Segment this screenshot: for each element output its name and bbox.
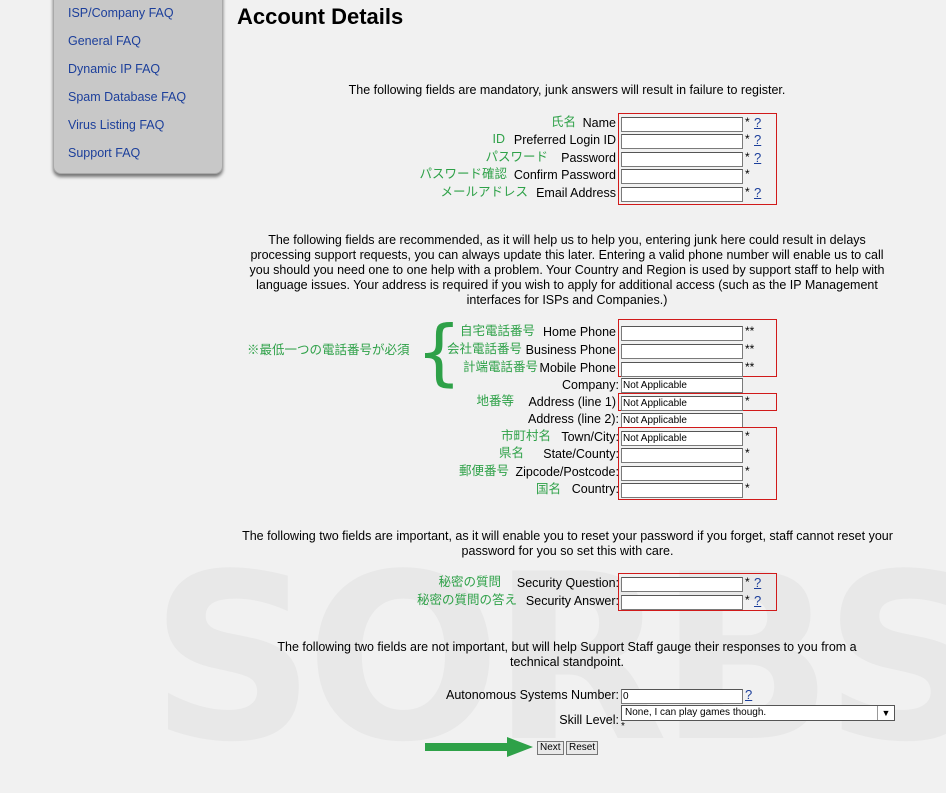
town-required-mark: * [745, 429, 750, 443]
password-label: Password [561, 151, 616, 165]
address-line2-input[interactable] [621, 413, 743, 428]
address-line1-required-mark: * [745, 394, 750, 408]
address-line1-input[interactable] [621, 396, 743, 411]
sidebar-item-dynamic-ip-faq[interactable]: Dynamic IP FAQ [68, 62, 160, 76]
login-id-input[interactable] [621, 134, 743, 149]
email-input[interactable] [621, 187, 743, 202]
business-phone-input[interactable] [621, 344, 743, 359]
address-line2-label: Address (line 2): [527, 412, 619, 426]
business-phone-label: Business Phone [525, 343, 616, 357]
home-phone-input[interactable] [621, 326, 743, 341]
zipcode-label: Zipcode/Postcode: [515, 465, 619, 479]
asn-input[interactable] [621, 689, 743, 704]
security-answer-jp-label: 秘密の質問の答え [416, 593, 517, 607]
business-phone-mark: ** [745, 342, 755, 356]
country-required-mark: * [745, 481, 750, 495]
home-phone-label: Home Phone [543, 325, 616, 339]
password-help-link[interactable]: ? [754, 150, 761, 165]
state-county-input[interactable] [621, 448, 743, 463]
skill-level-select[interactable]: None, I can play games though. ▼ [621, 705, 895, 721]
not-important-intro: The following two fields are not importa… [277, 640, 857, 669]
sidebar-nav: ISP/Company FAQ General FAQ Dynamic IP F… [53, 0, 223, 174]
skill-level-required-mark: * [621, 721, 625, 732]
email-required-mark: * [745, 185, 750, 199]
state-required-mark: * [745, 446, 750, 460]
arrow-right-icon [425, 737, 533, 757]
security-question-required-mark: * [745, 575, 750, 589]
town-label: Town/City: [561, 430, 619, 444]
reset-button[interactable]: Reset [566, 741, 599, 755]
login-help-link[interactable]: ? [754, 132, 761, 147]
confirm-password-input[interactable] [621, 169, 743, 184]
mobile-phone-jp-label: 計端電話番号 [462, 360, 538, 374]
chevron-down-icon[interactable]: ▼ [877, 706, 894, 720]
security-answer-input[interactable] [621, 595, 743, 610]
email-label: Email Address [536, 186, 616, 200]
mobile-phone-label: Mobile Phone [539, 361, 616, 375]
mobile-phone-mark: ** [745, 360, 755, 374]
sidebar-item-virus-listing-faq[interactable]: Virus Listing FAQ [68, 118, 164, 132]
name-jp-label: 氏名 [550, 115, 576, 129]
password-required-mark: * [745, 150, 750, 164]
town-jp-label: 市町村名 [500, 429, 551, 443]
page-title: Account Details [237, 4, 404, 29]
password-jp-label: パスワード [485, 150, 548, 164]
name-help-link[interactable]: ? [754, 115, 761, 130]
skill-level-value: None, I can play games though. [625, 707, 767, 718]
login-label: Preferred Login ID [513, 133, 616, 147]
country-jp-label: 国名 [535, 482, 561, 496]
login-jp-label: ID [492, 132, 506, 146]
state-label: State/County: [543, 447, 619, 461]
mandatory-intro: The following fields are mandatory, junk… [348, 83, 786, 97]
state-jp-label: 県名 [498, 446, 524, 460]
security-answer-required-mark: * [745, 593, 750, 607]
name-input[interactable] [621, 117, 743, 132]
email-help-link[interactable]: ? [754, 185, 761, 200]
confirm-required-mark: * [745, 167, 750, 181]
sidebar-item-support-faq[interactable]: Support FAQ [68, 146, 140, 160]
security-answer-label: Security Answer: [525, 594, 619, 608]
security-answer-help-link[interactable]: ? [754, 593, 761, 608]
mobile-phone-input[interactable] [621, 362, 743, 377]
sidebar-item-spam-database-faq[interactable]: Spam Database FAQ [68, 90, 186, 104]
home-phone-mark: ** [745, 324, 755, 338]
next-button[interactable]: Next [537, 741, 564, 755]
town-city-input[interactable] [621, 431, 743, 446]
zipcode-jp-label: 郵便番号 [458, 464, 509, 478]
business-phone-jp-label: 会社電話番号 [446, 342, 522, 356]
zipcode-required-mark: * [745, 464, 750, 478]
address-line1-jp-label: 地番等 [476, 394, 514, 408]
security-question-input[interactable] [621, 577, 743, 592]
skill-level-label: Skill Level: [559, 713, 619, 727]
name-required-mark: * [745, 115, 750, 129]
important-intro: The following two fields are important, … [242, 529, 893, 558]
confirm-password-label: Confirm Password [513, 168, 616, 182]
security-question-jp-label: 秘密の質問 [438, 575, 501, 589]
sidebar-item-general-faq[interactable]: General FAQ [68, 34, 141, 48]
email-jp-label: メールアドレス [440, 185, 528, 199]
asn-label: Autonomous Systems Number: [446, 688, 619, 702]
country-label: Country: [571, 482, 619, 496]
phone-requirement-note: ※最低一つの電話番号が必須 [247, 343, 410, 357]
zipcode-input[interactable] [621, 466, 743, 481]
company-label: Company: [562, 378, 619, 392]
recommended-intro: The following fields are recommended, as… [249, 233, 885, 307]
address-line1-label: Address (line 1) [528, 395, 616, 409]
company-input[interactable] [621, 378, 743, 393]
country-input[interactable] [621, 483, 743, 498]
security-question-help-link[interactable]: ? [754, 575, 761, 590]
login-required-mark: * [745, 132, 750, 146]
confirm-password-jp-label: パスワード確認 [419, 167, 507, 181]
password-input[interactable] [621, 152, 743, 167]
name-label: Name [582, 116, 616, 130]
sidebar-item-isp-company-faq[interactable]: ISP/Company FAQ [68, 6, 174, 20]
home-phone-jp-label: 自宅電話番号 [459, 324, 535, 338]
asn-help-link[interactable]: ? [745, 687, 752, 702]
security-question-label: Security Question: [516, 576, 619, 590]
